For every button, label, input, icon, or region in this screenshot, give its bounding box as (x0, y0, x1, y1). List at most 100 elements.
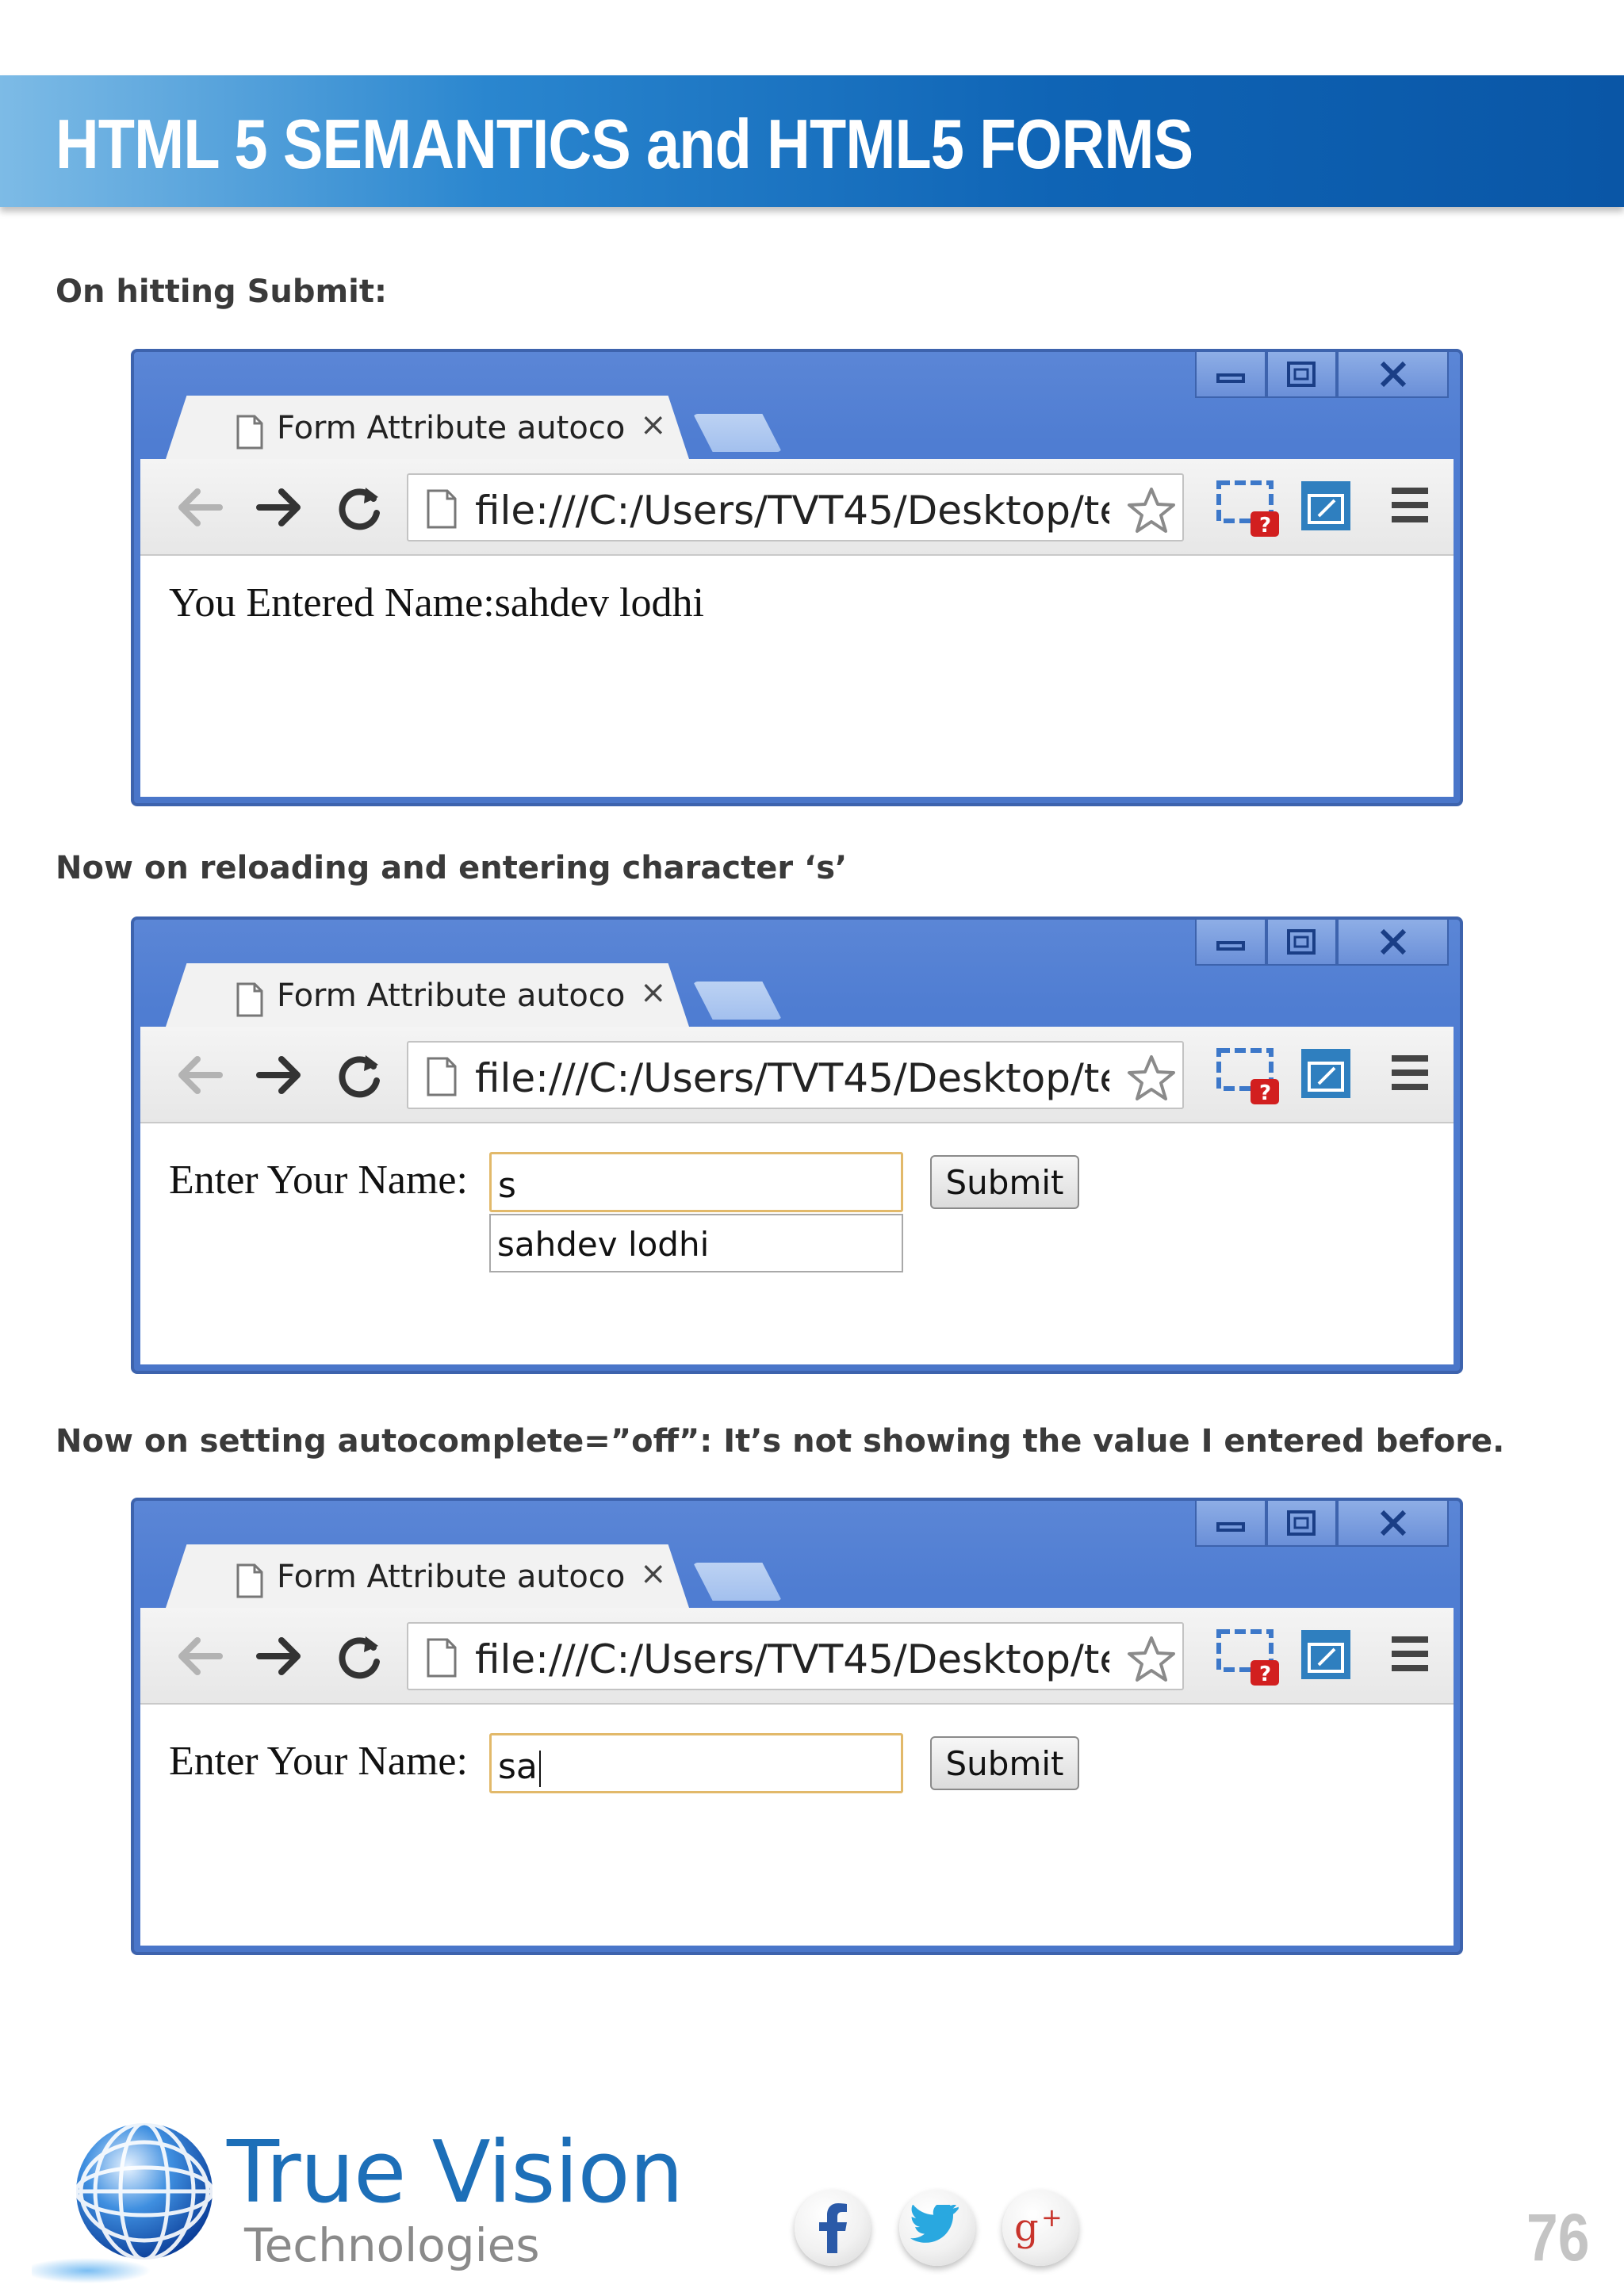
new-tab-button[interactable] (693, 982, 782, 1020)
page-number: 76 (1526, 2200, 1590, 2275)
minimize-button[interactable] (1195, 920, 1266, 966)
forward-arrow-icon[interactable] (251, 1628, 307, 1684)
autocomplete-suggestion[interactable]: sahdev lodhi (489, 1214, 903, 1272)
minimize-icon (1216, 373, 1245, 383)
cast-icon[interactable] (1298, 1627, 1354, 1684)
maximize-button[interactable] (1266, 1501, 1338, 1547)
close-icon (1380, 928, 1406, 955)
browser-window-submitted: Form Attribute autocomp × file:///C:/Use… (131, 349, 1463, 806)
browser-tab[interactable]: Form Attribute autocomp × (166, 1544, 689, 1608)
tab-close-icon[interactable]: × (640, 1556, 667, 1592)
tab-title: Form Attribute autocomp (277, 410, 626, 446)
caption-reload: Now on reloading and entering character … (56, 850, 848, 886)
twitter-icon (910, 2205, 959, 2243)
page-icon (427, 1638, 457, 1678)
twitter-link[interactable] (899, 2190, 975, 2266)
brand-tagline: Technologies (244, 2218, 540, 2272)
minimize-button[interactable] (1195, 1501, 1266, 1547)
svg-text:g: g (1014, 2206, 1039, 2250)
reload-icon[interactable] (331, 480, 386, 535)
url-text: file:///C:/Users/TVT45/Desktop/test. (475, 1055, 1109, 1101)
minimize-icon (1216, 1522, 1245, 1532)
extension-icon[interactable]: ? (1214, 1625, 1285, 1689)
star-icon[interactable] (1127, 1054, 1176, 1101)
globe-icon (32, 2121, 215, 2283)
page-content: Enter Your Name: s Submit sahdev lodhi (140, 1123, 1454, 1364)
forward-arrow-icon[interactable] (251, 1047, 307, 1103)
window-controls (1195, 920, 1450, 966)
page-icon (236, 982, 263, 1017)
svg-text:?: ? (1259, 1081, 1271, 1105)
google-plus-link[interactable]: g + (1002, 2190, 1078, 2266)
browser-toolbar: file:///C:/Users/TVT45/Desktop/test. ? (140, 459, 1454, 556)
facebook-icon (819, 2203, 847, 2253)
maximize-icon (1287, 1510, 1316, 1536)
svg-text:?: ? (1259, 1663, 1271, 1686)
caption-autocomplete-off: Now on setting autocomplete=”off”: It’s … (56, 1423, 1505, 1460)
text-caret (538, 1751, 541, 1787)
result-text: You Entered Name:sahdev lodhi (169, 580, 704, 626)
menu-icon[interactable] (1388, 483, 1433, 527)
name-input-value: sa (498, 1747, 538, 1787)
browser-window-autocomplete-on: Form Attribute autocomp × file:///C:/Use… (131, 916, 1463, 1374)
close-window-button[interactable] (1337, 352, 1450, 398)
minimize-icon (1216, 941, 1245, 951)
cast-icon[interactable] (1298, 478, 1354, 535)
maximize-button[interactable] (1266, 352, 1338, 398)
tab-title: Form Attribute autocomp (277, 978, 626, 1014)
page-icon (236, 415, 263, 450)
close-icon (1380, 361, 1406, 388)
browser-tab[interactable]: Form Attribute autocomp × (166, 963, 689, 1027)
name-input[interactable]: sa (489, 1733, 903, 1793)
minimize-button[interactable] (1195, 352, 1266, 398)
tab-close-icon[interactable]: × (640, 974, 667, 1011)
submit-button[interactable]: Submit (930, 1155, 1079, 1209)
browser-toolbar: file:///C:/Users/TVT45/Desktop/test. ? (140, 1608, 1454, 1705)
window-controls (1195, 352, 1450, 398)
page-icon (427, 1057, 457, 1096)
close-window-button[interactable] (1337, 920, 1450, 966)
back-arrow-icon[interactable] (172, 1628, 228, 1684)
address-bar[interactable]: file:///C:/Users/TVT45/Desktop/test. (407, 473, 1184, 541)
back-arrow-icon[interactable] (172, 1047, 228, 1103)
browser-toolbar: file:///C:/Users/TVT45/Desktop/test. ? (140, 1027, 1454, 1123)
address-bar[interactable]: file:///C:/Users/TVT45/Desktop/test. (407, 1622, 1184, 1690)
menu-icon[interactable] (1388, 1632, 1433, 1676)
new-tab-button[interactable] (693, 1563, 782, 1601)
new-tab-button[interactable] (693, 414, 782, 452)
star-icon[interactable] (1127, 1635, 1176, 1682)
submit-button[interactable]: Submit (930, 1736, 1079, 1790)
reload-icon[interactable] (331, 1628, 386, 1684)
page-content: Enter Your Name: sa Submit (140, 1705, 1454, 1946)
reload-icon[interactable] (331, 1047, 386, 1103)
extension-icon[interactable]: ? (1214, 476, 1285, 540)
facebook-link[interactable] (795, 2190, 871, 2266)
address-bar[interactable]: file:///C:/Users/TVT45/Desktop/test. (407, 1041, 1184, 1109)
name-label: Enter Your Name: (169, 1158, 468, 1203)
name-label: Enter Your Name: (169, 1739, 468, 1784)
back-arrow-icon[interactable] (172, 480, 228, 535)
page-title: HTML 5 SEMANTICS and HTML5 FORMS (56, 105, 1193, 183)
forward-arrow-icon[interactable] (251, 480, 307, 535)
maximize-icon (1287, 362, 1316, 387)
svg-text:?: ? (1259, 514, 1271, 538)
page-content: You Entered Name:sahdev lodhi (140, 556, 1454, 797)
maximize-icon (1287, 929, 1316, 955)
window-controls (1195, 1501, 1450, 1547)
tab-close-icon[interactable]: × (640, 407, 667, 443)
star-icon[interactable] (1127, 486, 1176, 534)
caption-submit: On hitting Submit: (56, 274, 388, 310)
cast-icon[interactable] (1298, 1046, 1354, 1103)
brand-name: True Vision (227, 2123, 684, 2222)
name-input[interactable]: s (489, 1152, 903, 1212)
close-window-button[interactable] (1337, 1501, 1450, 1547)
menu-icon[interactable] (1388, 1050, 1433, 1095)
google-plus-icon: g + (1014, 2202, 1063, 2250)
svg-text:+: + (1041, 2202, 1063, 2233)
maximize-button[interactable] (1266, 920, 1338, 966)
page-icon (236, 1563, 263, 1598)
url-text: file:///C:/Users/TVT45/Desktop/test. (475, 1636, 1109, 1682)
extension-icon[interactable]: ? (1214, 1044, 1285, 1108)
page-icon (427, 489, 457, 529)
browser-tab[interactable]: Form Attribute autocomp × (166, 396, 689, 459)
